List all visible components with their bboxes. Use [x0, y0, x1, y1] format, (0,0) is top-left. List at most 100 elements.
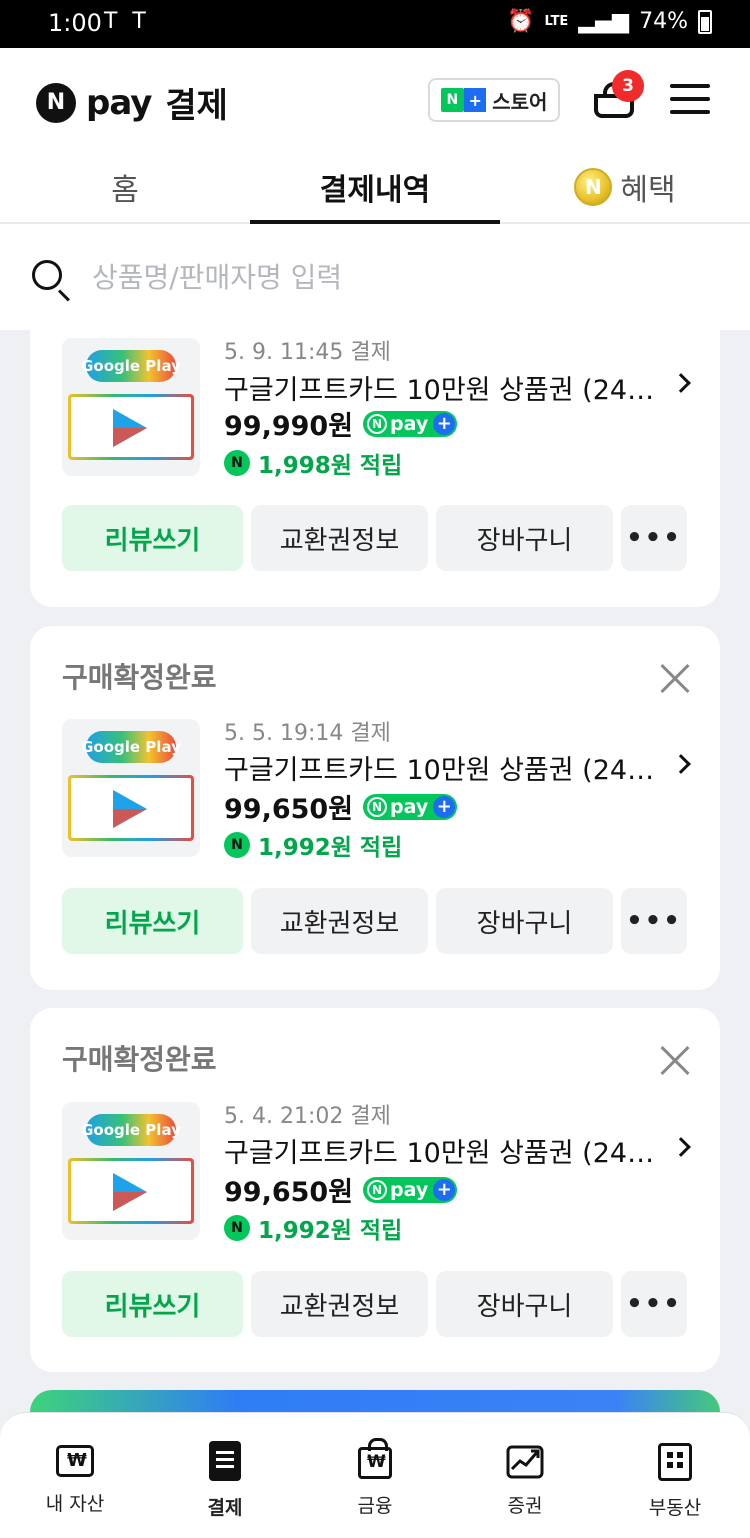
status-right: ⏰ LTE ▂▄▆ 74% — [507, 9, 712, 34]
more-options-button[interactable]: ••• — [621, 505, 687, 571]
product-thumbnail[interactable]: Google Play — [62, 338, 200, 476]
npay-n-icon: N — [367, 413, 388, 434]
store-plus-icon: + — [464, 88, 487, 112]
order-card: 구매확정완료 Google Play 5. 5. 19:14 결제 구글기프트카… — [30, 626, 720, 990]
naver-plus-store-button[interactable]: N + 스토어 — [428, 78, 560, 122]
price-row: 99,650원 N pay + — [224, 787, 458, 826]
product-name-link[interactable]: 구글기프트카드 10만원 상품권 (24시간... — [224, 748, 670, 787]
npay-n-icon: N — [367, 1179, 388, 1200]
price-row: 99,990원 N pay + — [224, 404, 458, 443]
write-review-button[interactable]: 리뷰쓰기 — [62, 505, 243, 571]
voucher-info-button[interactable]: 교환권정보 — [251, 1271, 428, 1337]
product-name-link[interactable]: 구글기프트카드 10만원 상품권 (24시간... — [224, 368, 670, 407]
npay-plus-badge: N pay + — [363, 1176, 458, 1203]
nav-real-estate-label: 부동산 — [648, 1497, 702, 1519]
product-thumbnail[interactable]: Google Play — [62, 719, 200, 857]
npay-badge-label: pay — [390, 795, 429, 818]
nav-stocks[interactable]: 증권 — [450, 1431, 600, 1531]
voucher-info-button[interactable]: 교환권정보 — [251, 888, 428, 954]
more-options-button[interactable]: ••• — [621, 888, 687, 954]
nav-payment-label: 결제 — [207, 1497, 243, 1519]
nav-finance[interactable]: 금융 — [300, 1431, 450, 1531]
cart-count-badge: 3 — [612, 70, 644, 102]
order-status: 구매확정완료 — [62, 661, 217, 694]
battery-icon — [698, 9, 712, 34]
status-time: 1:00 — [48, 9, 102, 37]
store-label: 스토어 — [492, 89, 548, 114]
tab-home-label: 홈 — [111, 173, 139, 208]
google-play-card-image — [68, 394, 194, 460]
wallet-icon — [56, 1445, 94, 1477]
price-row: 99,650원 N pay + — [224, 1170, 458, 1209]
order-date: 5. 5. 19:14 결제 — [224, 721, 391, 746]
order-status: 구매확정완료 — [62, 1043, 217, 1076]
lte-label: LTE — [544, 14, 569, 29]
npay-plus-badge: N pay + — [363, 410, 458, 437]
voucher-info-button[interactable]: 교환권정보 — [251, 505, 428, 571]
product-thumbnail[interactable]: Google Play — [62, 1102, 200, 1240]
reward-row: N 1,992원 적립 — [224, 828, 402, 862]
npoint-icon: N — [224, 450, 250, 476]
order-card: 구매확정완료 Google Play 5. 4. 21:02 결제 구글기프트카… — [30, 1008, 720, 1372]
tab-payment-history-label: 결제내역 — [319, 173, 431, 208]
close-icon[interactable] — [660, 1046, 690, 1076]
product-name-link[interactable]: 구글기프트카드 10만원 상품권 (24시간... — [224, 1131, 670, 1170]
order-date: 5. 4. 21:02 결제 — [224, 1104, 391, 1129]
alarm-icon: ⏰ — [507, 9, 535, 34]
tab-payment-history[interactable]: 결제내역 — [250, 150, 500, 224]
reward-amount: 1,998원 적립 — [258, 453, 403, 479]
google-play-logo: Google Play — [81, 1114, 181, 1146]
nav-stocks-label: 증권 — [507, 1495, 543, 1517]
plus-icon: + — [433, 795, 456, 818]
npay-n-icon: N — [367, 796, 388, 817]
plus-icon: + — [433, 412, 456, 435]
status-bar: 1:00 T T ⏰ LTE ▂▄▆ 74% — [0, 0, 750, 48]
write-review-button[interactable]: 리뷰쓰기 — [62, 1271, 243, 1337]
npay-logo[interactable]: N pay 결제 — [36, 78, 228, 127]
google-play-card-image — [68, 1158, 194, 1224]
store-n-icon: N — [440, 88, 465, 112]
nav-my-assets-label: 내 자산 — [45, 1493, 105, 1515]
write-review-button[interactable]: 리뷰쓰기 — [62, 888, 243, 954]
naver-n-icon: N — [36, 82, 76, 123]
chevron-right-icon[interactable] — [671, 373, 691, 393]
search-input[interactable] — [92, 254, 712, 300]
order-price: 99,990원 — [224, 411, 354, 442]
stock-chart-icon — [506, 1445, 544, 1479]
nav-payment[interactable]: 결제 — [150, 1431, 300, 1531]
npay-badge-label: pay — [390, 412, 429, 435]
hamburger-menu-icon[interactable] — [670, 82, 710, 116]
npay-plus-badge: N pay + — [363, 793, 458, 820]
npoint-icon: N — [224, 1215, 250, 1241]
npay-badge-label: pay — [390, 1178, 429, 1201]
nav-my-assets[interactable]: 내 자산 — [0, 1431, 150, 1531]
search-bar — [0, 224, 750, 330]
reward-amount: 1,992원 적립 — [258, 835, 403, 861]
battery-percent: 74% — [639, 9, 688, 34]
chevron-right-icon[interactable] — [671, 754, 691, 774]
nav-real-estate[interactable]: 부동산 — [600, 1431, 750, 1531]
bag-icon — [358, 1438, 392, 1479]
order-card: Google Play 5. 9. 11:45 결제 구글기프트카드 10만원 … — [30, 330, 720, 607]
carrier-icons: T T — [104, 9, 150, 34]
tab-home[interactable]: 홈 — [0, 150, 250, 224]
add-to-cart-button[interactable]: 장바구니 — [436, 888, 613, 954]
logo-pay-text: pay — [86, 82, 152, 123]
reward-row: N 1,992원 적립 — [224, 1211, 402, 1245]
search-icon[interactable] — [32, 260, 62, 290]
bottom-navigation: 내 자산 결제 금융 증권 부동산 — [0, 1412, 750, 1538]
google-play-logo: Google Play — [81, 350, 181, 382]
reward-amount: 1,992원 적립 — [258, 1218, 403, 1244]
google-play-logo: Google Play — [81, 731, 181, 763]
add-to-cart-button[interactable]: 장바구니 — [436, 1271, 613, 1337]
signal-icon: ▂▄▆ — [578, 9, 630, 34]
add-to-cart-button[interactable]: 장바구니 — [436, 505, 613, 571]
more-options-button[interactable]: ••• — [621, 1271, 687, 1337]
order-price: 99,650원 — [224, 1177, 354, 1208]
plus-icon: + — [433, 1178, 456, 1201]
close-icon[interactable] — [660, 664, 690, 694]
chevron-right-icon[interactable] — [671, 1137, 691, 1157]
app-header: N pay 결제 N + 스토어 3 — [0, 48, 750, 150]
tab-benefits[interactable]: N 혜택 — [500, 150, 750, 224]
order-price: 99,650원 — [224, 794, 354, 825]
